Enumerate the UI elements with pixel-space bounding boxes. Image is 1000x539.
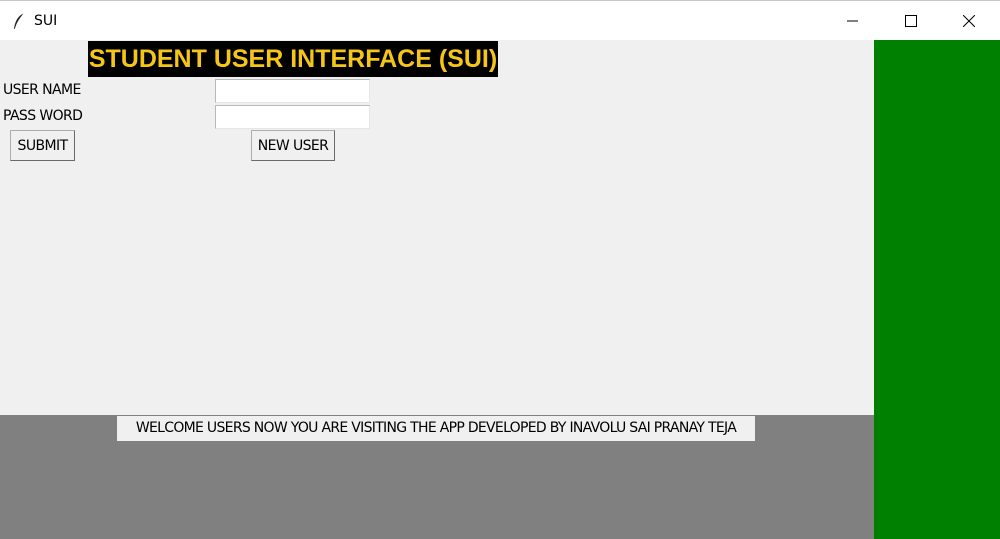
close-button[interactable]: [940, 1, 998, 41]
maximize-icon: [905, 15, 917, 27]
minimize-icon: [847, 20, 858, 22]
close-icon: [963, 15, 975, 27]
password-field[interactable]: [215, 105, 370, 129]
welcome-message: WELCOME USERS NOW YOU ARE VISITING THE A…: [117, 416, 755, 441]
password-label: PASS WORD: [3, 108, 83, 124]
title-bar: SUI: [0, 0, 1000, 40]
username-label: USER NAME: [3, 82, 81, 98]
side-panel: [874, 40, 1000, 539]
page-title: STUDENT USER INTERFACE (SUI): [88, 41, 498, 77]
feather-icon: [14, 12, 25, 30]
minimize-button[interactable]: [824, 1, 882, 41]
window-title: SUI: [34, 13, 58, 29]
username-field[interactable]: [215, 79, 370, 103]
submit-button[interactable]: SUBMIT: [10, 130, 75, 161]
new-user-button[interactable]: NEW USER: [251, 130, 335, 161]
maximize-button[interactable]: [882, 1, 940, 41]
